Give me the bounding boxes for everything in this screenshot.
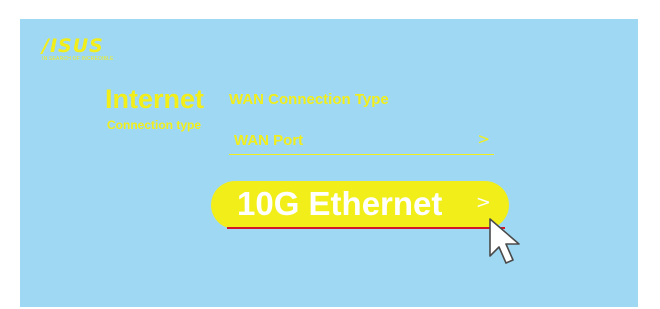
page-title: Internet — [105, 84, 205, 114]
logo-mark: /ISUS — [42, 35, 104, 57]
selection-underline — [227, 227, 505, 229]
page-subtitle: Connection type — [107, 118, 202, 132]
wan-port-row[interactable]: WAN Port > — [229, 129, 494, 155]
ten-g-ethernet-label: 10G Ethernet — [237, 185, 443, 222]
ten-g-ethernet-button[interactable]: 10G Ethernet > — [211, 181, 509, 229]
chevron-right-icon: > — [475, 192, 491, 213]
router-setup-panel: /ISUS IN SEARCH OF INCREDIBLE Internet C… — [20, 19, 638, 307]
chevron-right-icon: > — [477, 130, 490, 148]
mouse-cursor-icon — [489, 218, 520, 264]
logo-tagline: IN SEARCH OF INCREDIBLE — [42, 56, 114, 62]
wan-port-label: WAN Port — [234, 132, 304, 149]
wan-connection-type-heading: WAN Connection Type — [229, 91, 389, 108]
asus-logo: /ISUS IN SEARCH OF INCREDIBLE — [42, 35, 114, 63]
